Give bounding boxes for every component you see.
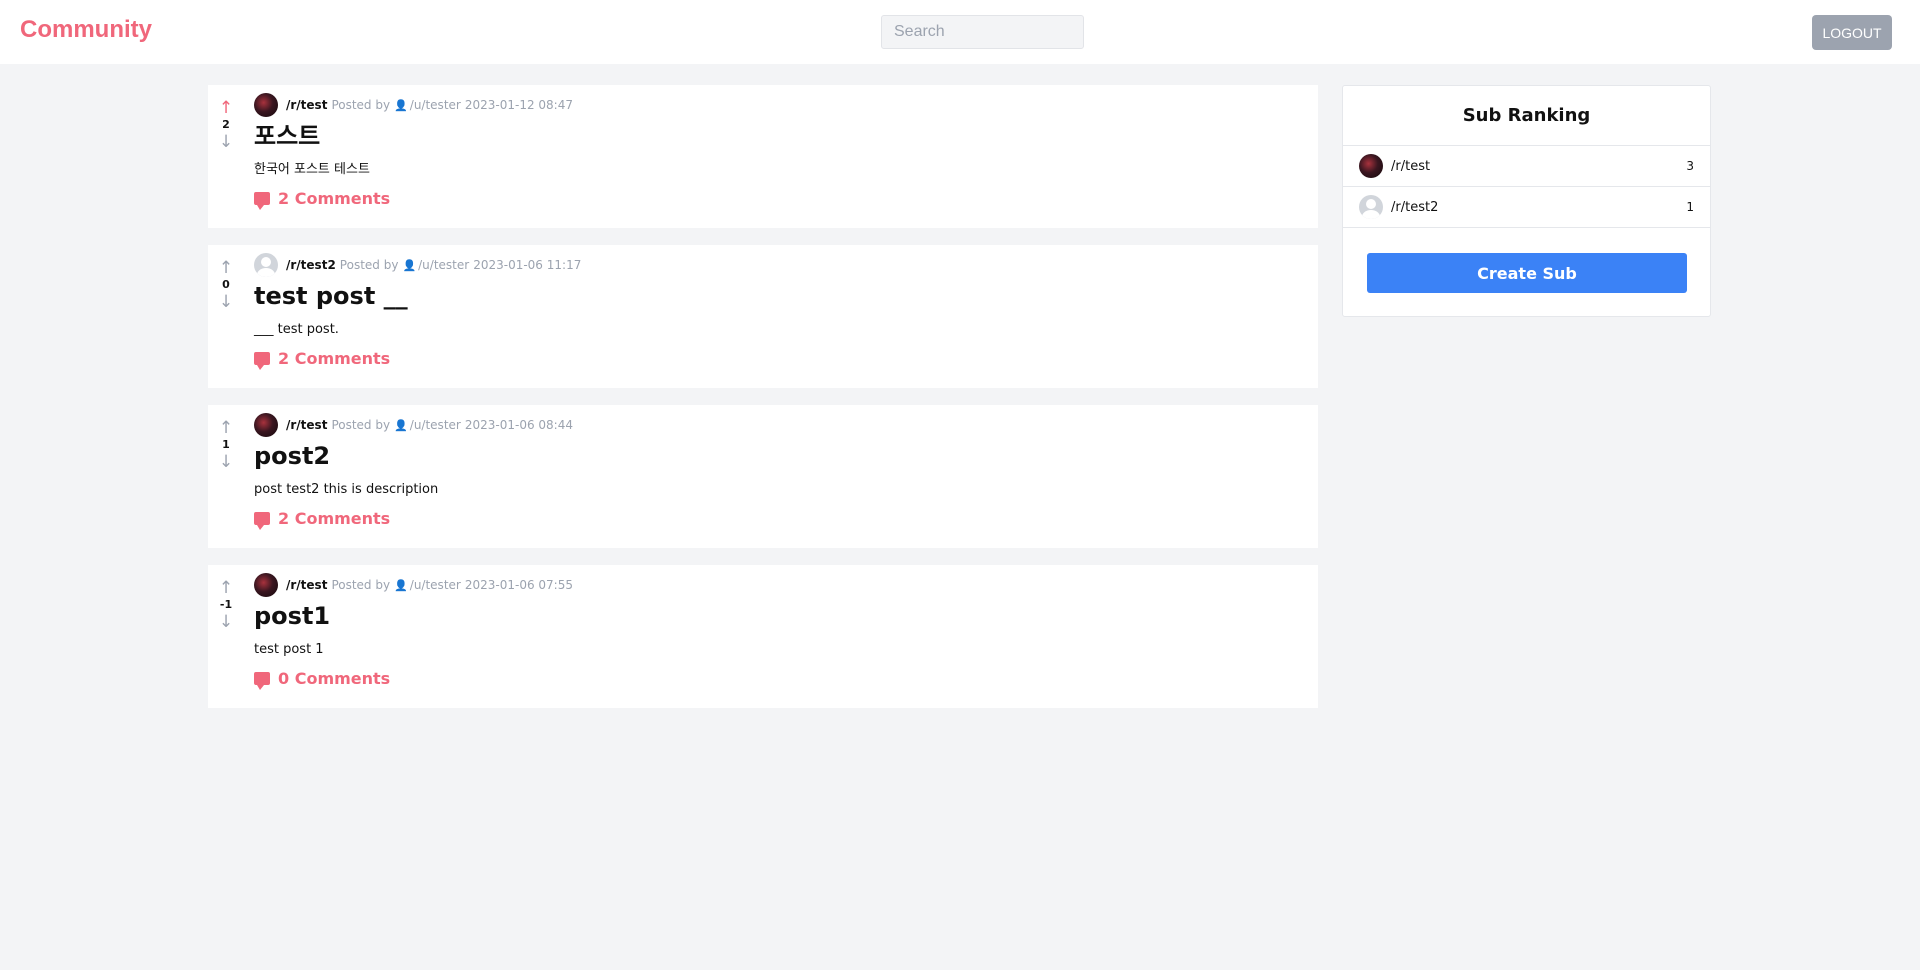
comment-icon: [254, 192, 270, 210]
username-link[interactable]: /u/tester: [410, 98, 461, 112]
post-date: 2023-01-06 08:44: [464, 418, 573, 432]
sub-link[interactable]: /r/test: [286, 418, 327, 432]
ranking-sub-name[interactable]: /r/test: [1391, 159, 1686, 174]
post-date: 2023-01-06 11:17: [473, 258, 582, 272]
post-description: post test2 this is description: [254, 482, 439, 497]
user-icon: 👤: [394, 418, 408, 432]
post-body: /r/test Posted by 👤 /u/tester 2023-01-12…: [254, 93, 1308, 210]
ranking-count: 1: [1686, 200, 1694, 214]
username-link[interactable]: /u/tester: [410, 418, 461, 432]
sub-avatar[interactable]: [254, 93, 278, 117]
vote-score: -1: [219, 598, 233, 611]
post-title[interactable]: test post __: [254, 281, 1308, 311]
comment-icon: [254, 352, 270, 370]
comments-count: 2 Comments: [278, 509, 391, 528]
sub-link[interactable]: /r/test2: [286, 258, 336, 272]
arrow-down-icon[interactable]: ↓: [219, 133, 233, 151]
arrow-up-icon[interactable]: ↑: [219, 419, 233, 437]
post-description: ___ test post.: [254, 322, 339, 337]
username-link[interactable]: /u/tester: [410, 578, 461, 592]
post-meta: /r/test2 Posted by 👤 /u/tester 2023-01-0…: [254, 253, 1308, 277]
post-card: ↑ -1 ↓ /r/test Posted by 👤 /u/tester 202…: [208, 565, 1318, 708]
post-card: ↑ 2 ↓ /r/test Posted by 👤 /u/tester 2023…: [208, 85, 1318, 228]
sub-ranking-title: Sub Ranking: [1343, 86, 1710, 146]
vote-controls: ↑ 2 ↓: [208, 99, 244, 151]
create-sub-button[interactable]: Create Sub: [1367, 253, 1687, 293]
post-body: /r/test Posted by 👤 /u/tester 2023-01-06…: [254, 413, 1308, 530]
comments-count: 2 Comments: [278, 349, 391, 368]
vote-controls: ↑ -1 ↓: [208, 579, 244, 631]
comments-link[interactable]: 2 Comments: [254, 509, 1308, 530]
posted-by-label: Posted by: [331, 418, 391, 432]
sub-avatar: [1359, 154, 1383, 178]
sub-link[interactable]: /r/test: [286, 578, 327, 592]
user-icon: 👤: [394, 98, 408, 112]
ranking-item[interactable]: /r/test2 1: [1343, 187, 1710, 228]
sub-avatar: [1359, 195, 1383, 219]
post-meta: /r/test Posted by 👤 /u/tester 2023-01-06…: [254, 413, 1308, 437]
comment-icon: [254, 672, 270, 690]
user-icon: 👤: [394, 578, 408, 592]
ranking-count: 3: [1686, 159, 1694, 173]
username-link[interactable]: /u/tester: [418, 258, 469, 272]
ranking-sub-name[interactable]: /r/test2: [1391, 200, 1686, 215]
posted-by-label: Posted by: [339, 258, 399, 272]
arrow-up-icon[interactable]: ↑: [219, 579, 233, 597]
logout-button[interactable]: LOGOUT: [1812, 15, 1892, 50]
post-card: ↑ 0 ↓ /r/test2 Posted by 👤 /u/tester 202…: [208, 245, 1318, 388]
posted-by-label: Posted by: [331, 98, 391, 112]
post-date: 2023-01-12 08:47: [464, 98, 573, 112]
user-icon: 👤: [402, 258, 417, 272]
comments-count: 0 Comments: [278, 669, 391, 688]
sub-avatar[interactable]: [254, 413, 278, 437]
post-title[interactable]: post1: [254, 601, 1308, 631]
arrow-down-icon[interactable]: ↓: [219, 453, 233, 471]
search-input[interactable]: [881, 15, 1084, 49]
vote-controls: ↑ 1 ↓: [208, 419, 244, 471]
posted-by-label: Posted by: [331, 578, 391, 592]
post-feed: ↑ 2 ↓ /r/test Posted by 👤 /u/tester 2023…: [208, 85, 1318, 725]
arrow-down-icon[interactable]: ↓: [219, 293, 233, 311]
comments-count: 2 Comments: [278, 189, 391, 208]
sub-avatar[interactable]: [254, 253, 278, 277]
top-navbar: Community LOGOUT: [0, 0, 1920, 64]
comments-link[interactable]: 2 Comments: [254, 349, 1308, 370]
post-meta: /r/test Posted by 👤 /u/tester 2023-01-06…: [254, 573, 1308, 597]
comments-link[interactable]: 2 Comments: [254, 189, 1308, 210]
arrow-down-icon[interactable]: ↓: [219, 613, 233, 631]
post-description: 한국어 포스트 테스트: [254, 162, 370, 177]
sub-avatar[interactable]: [254, 573, 278, 597]
comments-link[interactable]: 0 Comments: [254, 669, 1308, 690]
arrow-up-icon[interactable]: ↑: [219, 99, 233, 117]
arrow-up-icon[interactable]: ↑: [219, 259, 233, 277]
comment-icon: [254, 512, 270, 530]
vote-score: 1: [222, 438, 230, 451]
sub-link[interactable]: /r/test: [286, 98, 327, 112]
post-body: /r/test Posted by 👤 /u/tester 2023-01-06…: [254, 573, 1308, 690]
post-body: /r/test2 Posted by 👤 /u/tester 2023-01-0…: [254, 253, 1308, 370]
vote-score: 0: [222, 278, 230, 291]
vote-controls: ↑ 0 ↓: [208, 259, 244, 311]
post-meta: /r/test Posted by 👤 /u/tester 2023-01-12…: [254, 93, 1308, 117]
post-date: 2023-01-06 07:55: [464, 578, 573, 592]
vote-score: 2: [222, 118, 230, 131]
sub-ranking-panel: Sub Ranking /r/test 3 /r/test2 1 Create …: [1342, 85, 1711, 317]
post-description: test post 1: [254, 642, 324, 657]
brand-logo[interactable]: Community: [20, 16, 152, 44]
post-card: ↑ 1 ↓ /r/test Posted by 👤 /u/tester 2023…: [208, 405, 1318, 548]
post-title[interactable]: 포스트: [254, 121, 1308, 151]
post-title[interactable]: post2: [254, 441, 1308, 471]
ranking-item[interactable]: /r/test 3: [1343, 146, 1710, 187]
